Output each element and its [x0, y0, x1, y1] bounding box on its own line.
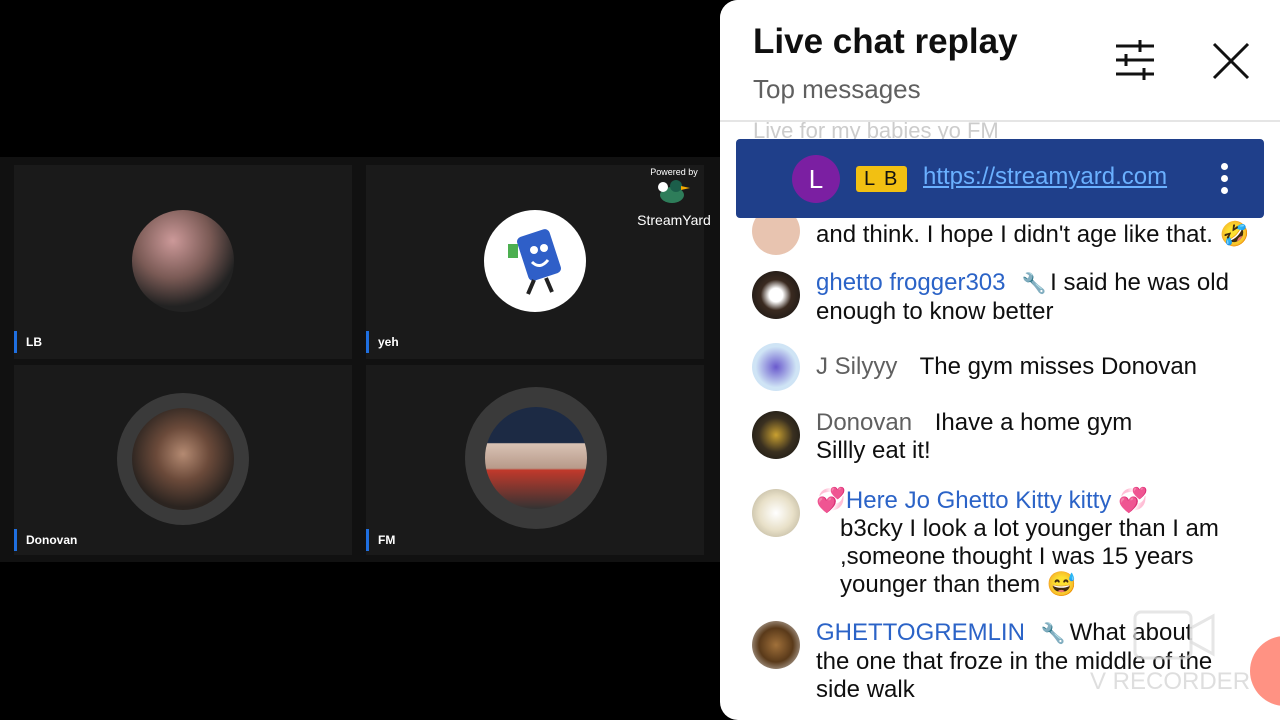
pinned-link[interactable]: https://streamyard.com: [923, 163, 1169, 191]
duck-icon: [658, 180, 690, 203]
wrench-icon: 🔧: [1040, 623, 1066, 645]
message-text: The gym misses Donovan: [919, 353, 1198, 380]
participant-name: LB: [14, 331, 42, 353]
screen: LB yeh Donovan FM Powered by StreamYard …: [0, 0, 1280, 720]
author-name[interactable]: J Silyyy: [816, 353, 897, 380]
chat-message: and think. I hope I didn't age like that…: [752, 207, 1262, 255]
pinned-avatar: L: [792, 155, 840, 203]
wrench-icon: 🔧: [1021, 273, 1047, 295]
more-options-icon[interactable]: [1214, 161, 1234, 197]
message-text: and think. I hope I didn't age like that…: [816, 221, 1250, 248]
participant-tile-donovan[interactable]: Donovan: [14, 365, 352, 555]
participant-tile-lb[interactable]: LB: [14, 165, 352, 359]
close-button[interactable]: [1210, 40, 1252, 82]
user-avatar: [752, 489, 800, 537]
participant-name: Donovan: [14, 529, 77, 551]
user-avatar: [752, 621, 800, 669]
participant-avatar: [132, 210, 234, 312]
speaking-ring: [465, 387, 607, 529]
chat-message: J Silyyy The gym misses Donovan: [752, 343, 1262, 391]
author-name[interactable]: 💞Here Jo Ghetto Kitty kitty 💞: [816, 487, 1220, 515]
close-icon: [1212, 42, 1250, 80]
pinned-message-banner[interactable]: L L B https://streamyard.com: [736, 139, 1264, 218]
streamyard-logo: Powered by StreamYard: [634, 167, 714, 228]
video-camera-icon: [1133, 610, 1215, 660]
chat-message: Donovan Ihave a home gym Sillly eat it!: [752, 409, 1262, 465]
recorder-watermark: V RECORDER: [1090, 668, 1251, 695]
chat-message: ghetto frogger303 🔧 I said he was old eno…: [752, 269, 1262, 326]
author-name[interactable]: GHETTOGREMLIN: [816, 619, 1025, 646]
participant-avatar: [484, 210, 586, 312]
sliders-icon: [1116, 40, 1154, 80]
chat-header: Live chat replay Top messages: [720, 0, 1280, 120]
video-grid: LB yeh Donovan FM Powered by StreamYard: [0, 157, 720, 562]
author-name[interactable]: Donovan: [816, 409, 912, 436]
brand-name: StreamYard: [637, 212, 711, 228]
participant-avatar: [485, 407, 587, 509]
author-name[interactable]: ghetto frogger303: [816, 269, 1005, 296]
participant-tile-fm[interactable]: FM: [366, 365, 704, 555]
filter-button[interactable]: [1114, 40, 1156, 80]
participant-name: FM: [366, 529, 395, 551]
chat-title: Live chat replay: [753, 22, 1018, 61]
header-divider: [720, 120, 1280, 122]
chat-filter-label[interactable]: Top messages: [753, 74, 921, 105]
user-avatar: [752, 271, 800, 319]
user-avatar: [752, 343, 800, 391]
author-badge: L B: [856, 166, 908, 192]
participant-avatar: [132, 408, 234, 510]
powered-by-label: Powered by: [650, 167, 698, 177]
participant-name: yeh: [366, 331, 399, 353]
message-text: b3cky I look a lot younger than I am ,so…: [840, 515, 1219, 598]
speaking-ring: [117, 393, 249, 525]
chat-message: 💞Here Jo Ghetto Kitty kitty 💞 b3cky I lo…: [752, 487, 1262, 599]
user-avatar: [752, 411, 800, 459]
